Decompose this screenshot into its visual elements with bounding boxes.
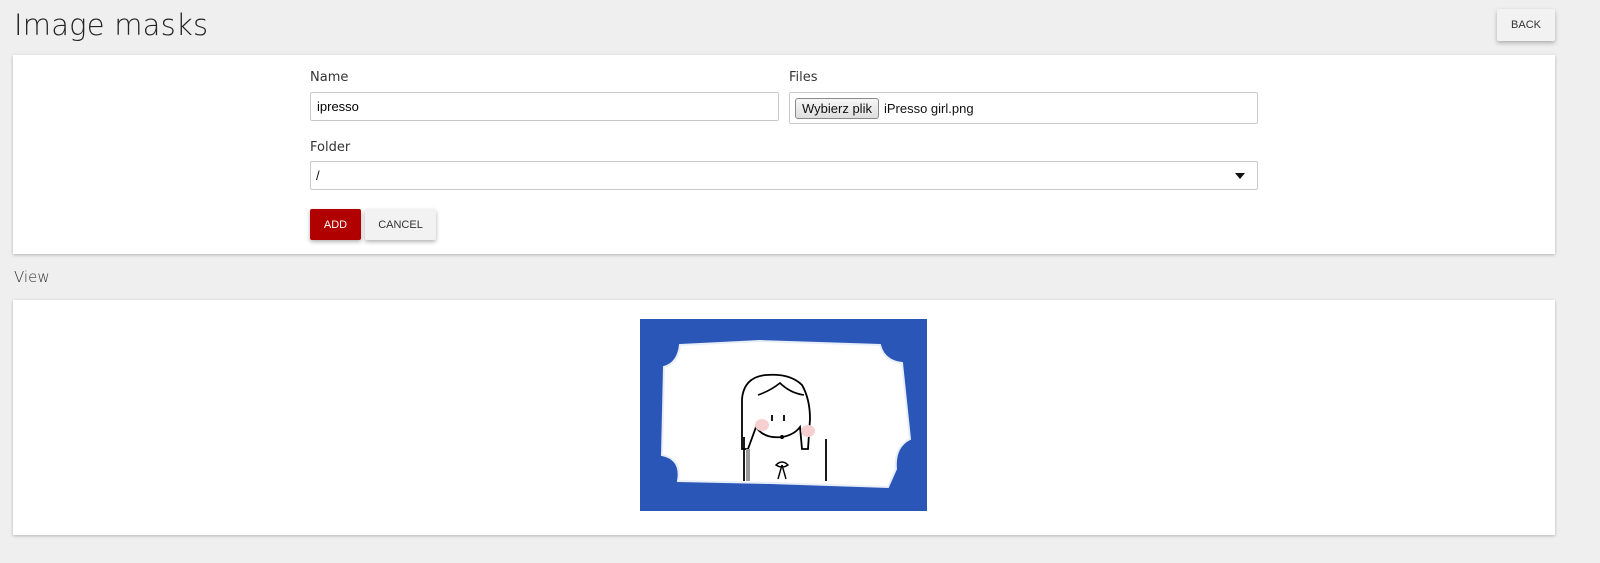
name-label: Name xyxy=(310,70,349,85)
name-input[interactable] xyxy=(310,92,779,121)
cancel-button[interactable]: CANCEL xyxy=(365,209,436,240)
page: Image masks BACK Name Files Wybierz plik… xyxy=(0,0,1600,563)
file-input[interactable]: Wybierz plik iPresso girl.png xyxy=(789,92,1258,124)
folder-select[interactable]: / xyxy=(310,161,1258,190)
add-button[interactable]: ADD xyxy=(310,209,361,240)
folder-selected-value: / xyxy=(316,168,320,183)
choose-file-button[interactable]: Wybierz plik xyxy=(795,97,879,119)
view-section-title: View xyxy=(14,268,50,286)
mask-preview-image xyxy=(640,319,927,511)
form-card: Name Files Wybierz plik iPresso girl.png… xyxy=(13,55,1555,254)
view-card xyxy=(13,300,1555,535)
back-button[interactable]: BACK xyxy=(1497,9,1555,41)
selected-file-name: iPresso girl.png xyxy=(883,100,974,116)
caret-down-icon xyxy=(1235,173,1245,179)
files-label: Files xyxy=(789,70,818,85)
folder-label: Folder xyxy=(310,140,351,155)
page-title: Image masks xyxy=(14,8,209,42)
